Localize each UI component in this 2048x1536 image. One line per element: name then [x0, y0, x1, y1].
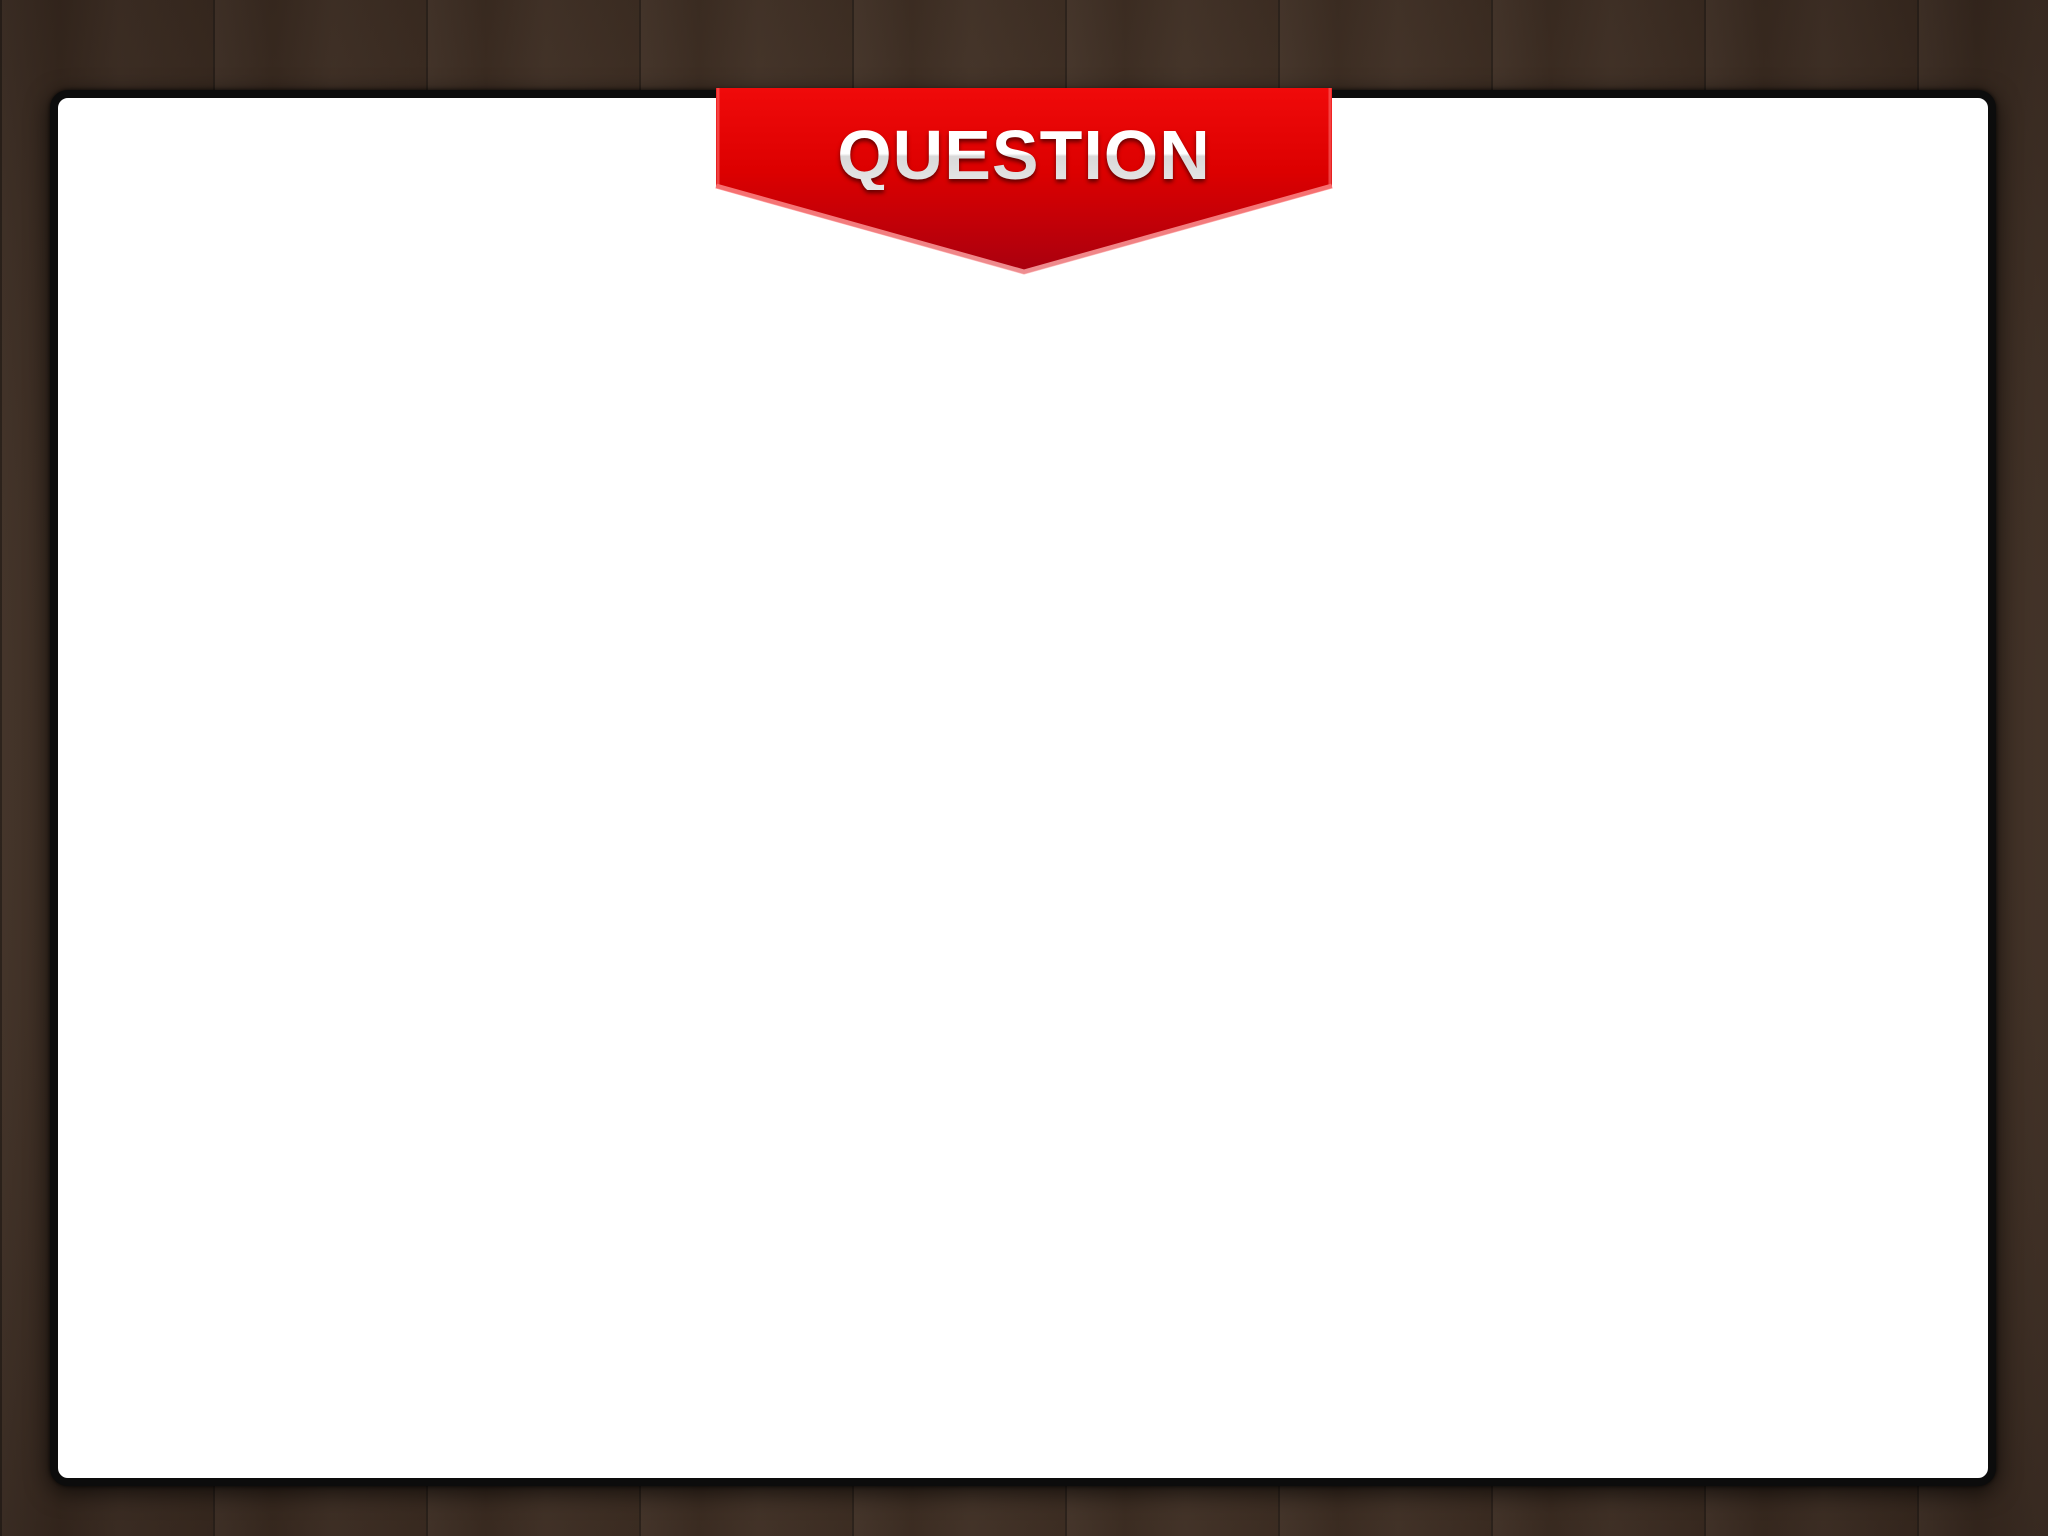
content-board — [50, 90, 1996, 1486]
question-ribbon-banner: QUESTION — [715, 88, 1333, 276]
ribbon-title: QUESTION — [716, 120, 1332, 190]
